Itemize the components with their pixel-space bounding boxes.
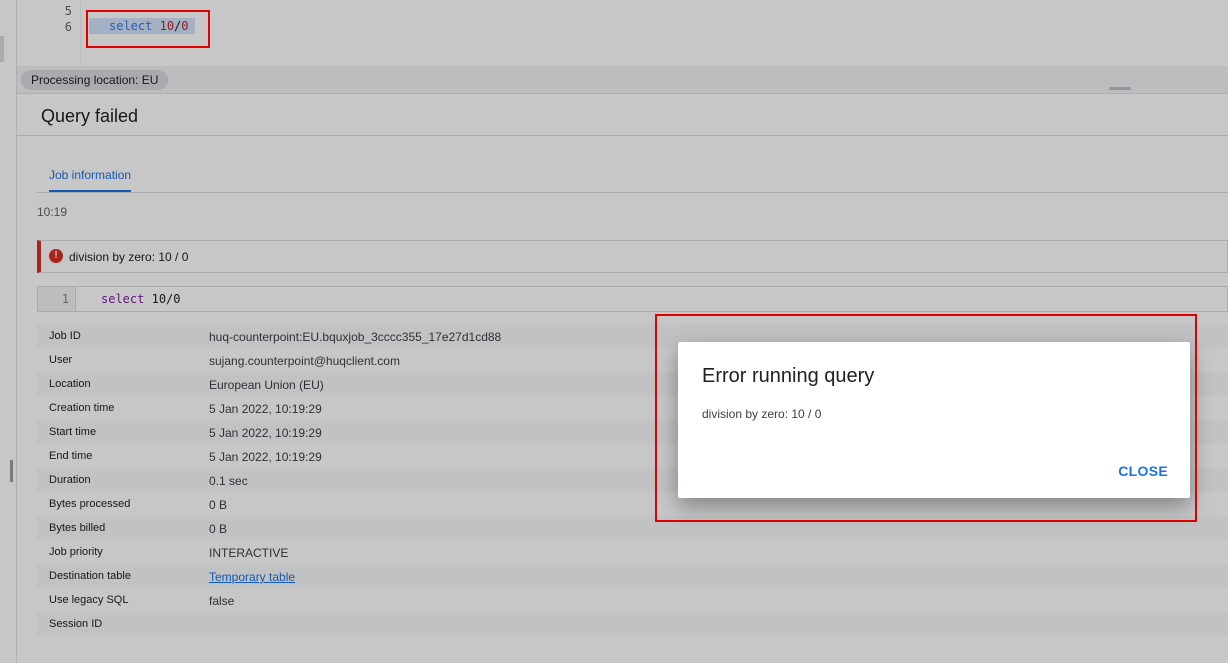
close-button[interactable]: CLOSE: [1118, 463, 1168, 479]
error-dialog: Error running query division by zero: 10…: [678, 342, 1190, 498]
dialog-title: Error running query: [702, 365, 875, 387]
dialog-message: division by zero: 10 / 0: [702, 407, 822, 421]
modal-scrim[interactable]: [0, 0, 1228, 663]
